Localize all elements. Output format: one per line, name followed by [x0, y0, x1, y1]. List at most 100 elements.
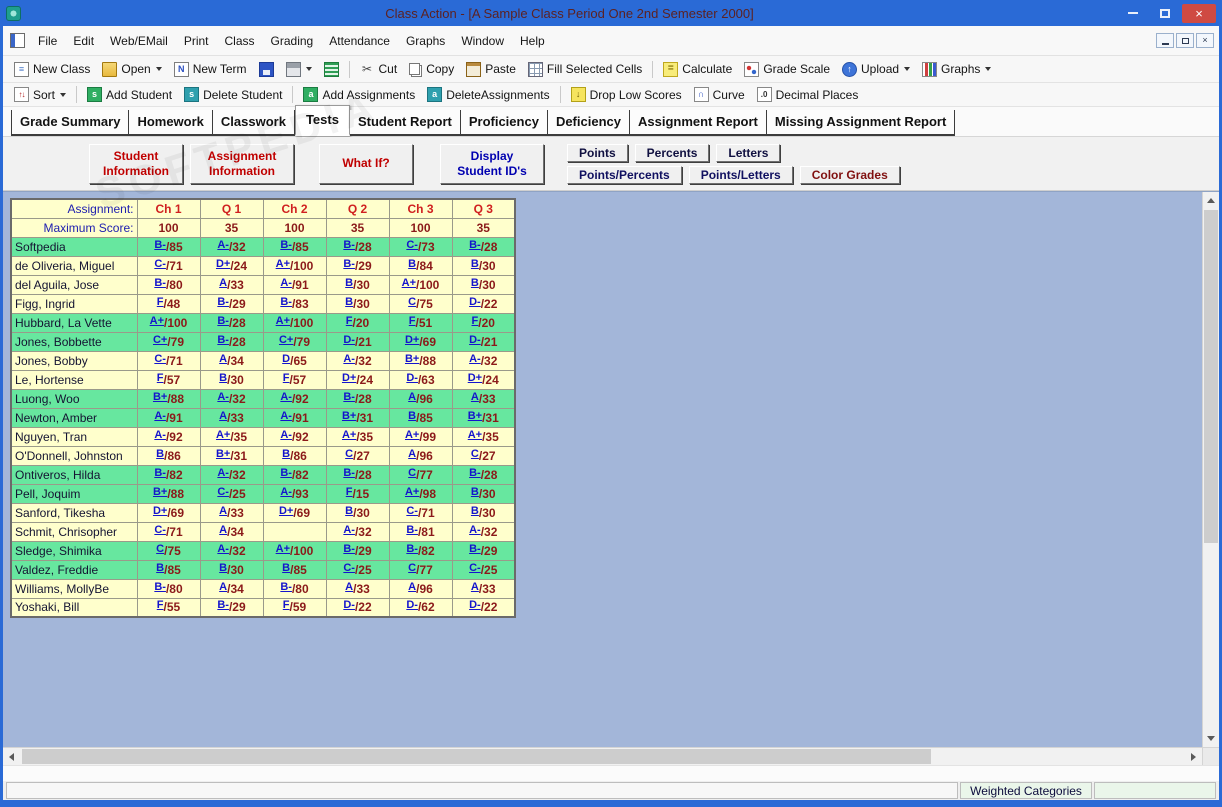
- grade-cell[interactable]: B/30: [451, 483, 516, 504]
- grade-cell[interactable]: D-/21: [451, 331, 516, 352]
- student-name-cell[interactable]: Sledge, Shimika: [10, 540, 138, 561]
- grade-cell[interactable]: C/75: [136, 540, 201, 561]
- grade-cell[interactable]: A-/32: [199, 388, 264, 409]
- menu-item-grading[interactable]: Grading: [263, 30, 322, 52]
- grade-cell[interactable]: A+/35: [451, 426, 516, 447]
- student-name-cell[interactable]: Le, Hortense: [10, 369, 138, 390]
- grade-cell[interactable]: B-/28: [199, 331, 264, 352]
- grade-cell[interactable]: A/33: [451, 388, 516, 409]
- tab-deficiency[interactable]: Deficiency: [547, 110, 630, 136]
- curve-button[interactable]: Curve: [688, 85, 751, 104]
- grade-cell[interactable]: A+/100: [388, 274, 453, 295]
- scroll-up-button[interactable]: [1203, 192, 1219, 209]
- grade-cell[interactable]: B-/28: [199, 312, 264, 333]
- grade-cell[interactable]: D+/69: [262, 502, 327, 523]
- grade-cell[interactable]: A-/32: [325, 350, 390, 371]
- open-button[interactable]: Open: [96, 60, 167, 79]
- student-name-cell[interactable]: Nguyen, Tran: [10, 426, 138, 447]
- grade-cell[interactable]: B/30: [199, 559, 264, 580]
- grade-cell[interactable]: B-/28: [325, 388, 390, 409]
- grade-cell[interactable]: F/57: [136, 369, 201, 390]
- grade-cell[interactable]: B/30: [451, 502, 516, 523]
- color-grades-button[interactable]: Color Grades: [799, 165, 900, 184]
- grade-cell[interactable]: D+/24: [325, 369, 390, 390]
- grade-cell[interactable]: B/30: [325, 274, 390, 295]
- grade-cell[interactable]: B-/28: [451, 236, 516, 257]
- mdi-minimize-button[interactable]: [1156, 33, 1174, 48]
- grade-cell[interactable]: B-/82: [136, 464, 201, 485]
- grade-cell[interactable]: C-/71: [136, 255, 201, 276]
- grade-cell[interactable]: B-/29: [325, 255, 390, 276]
- menu-item-edit[interactable]: Edit: [65, 30, 102, 52]
- grade-cell[interactable]: B+/88: [136, 388, 201, 409]
- grade-cell[interactable]: A-/91: [262, 407, 327, 428]
- grade-cell[interactable]: B-/29: [325, 540, 390, 561]
- grade-cell[interactable]: B/30: [325, 293, 390, 314]
- max-score-cell[interactable]: 35: [199, 217, 264, 238]
- grade-cell[interactable]: A/33: [199, 407, 264, 428]
- grade-cell[interactable]: A-/91: [136, 407, 201, 428]
- grade-cell[interactable]: B+/31: [325, 407, 390, 428]
- percents-button[interactable]: Percents: [634, 143, 710, 162]
- points-button[interactable]: Points: [567, 143, 628, 162]
- grade-cell[interactable]: C-/71: [388, 502, 453, 523]
- scroll-right-button[interactable]: [1185, 748, 1202, 765]
- grade-cell[interactable]: A+/100: [136, 312, 201, 333]
- delete-student-button[interactable]: Delete Student: [178, 85, 288, 104]
- grade-cell[interactable]: B/84: [388, 255, 453, 276]
- grade-cell[interactable]: B-/80: [136, 578, 201, 599]
- grade-cell[interactable]: A-/32: [199, 464, 264, 485]
- what-if-button[interactable]: What If?: [319, 143, 413, 184]
- weighted-categories-button[interactable]: Weighted Categories: [960, 782, 1092, 799]
- grade-cell[interactable]: A-/32: [451, 350, 516, 371]
- maximize-button[interactable]: [1150, 4, 1179, 23]
- grade-cell[interactable]: F/55: [136, 597, 201, 618]
- student-name-cell[interactable]: Luong, Woo: [10, 388, 138, 409]
- horizontal-scrollbar-track[interactable]: [20, 748, 1185, 765]
- grade-cell[interactable]: A/96: [388, 578, 453, 599]
- cut-button[interactable]: Cut: [354, 60, 404, 79]
- grade-cell[interactable]: F/15: [325, 483, 390, 504]
- column-header-ch-3[interactable]: Ch 3: [388, 198, 453, 219]
- grade-cell[interactable]: A/34: [199, 521, 264, 542]
- tab-tests[interactable]: Tests: [294, 105, 350, 136]
- student-name-cell[interactable]: Williams, MollyBe: [10, 578, 138, 599]
- grade-cell[interactable]: B-/28: [325, 236, 390, 257]
- grade-cell[interactable]: F/20: [325, 312, 390, 333]
- student-name-cell[interactable]: Softpedia: [10, 236, 138, 257]
- sort-button[interactable]: Sort: [8, 85, 72, 104]
- student-name-cell[interactable]: Jones, Bobbette: [10, 331, 138, 352]
- grade-cell[interactable]: C/27: [325, 445, 390, 466]
- max-score-cell[interactable]: 100: [388, 217, 453, 238]
- grade-cell[interactable]: B-/83: [262, 293, 327, 314]
- grade-cell[interactable]: B+/31: [451, 407, 516, 428]
- menu-item-class[interactable]: Class: [217, 30, 263, 52]
- column-header-q-2[interactable]: Q 2: [325, 198, 390, 219]
- grade-cell[interactable]: D-/22: [325, 597, 390, 618]
- grade-cell[interactable]: B-/80: [136, 274, 201, 295]
- tab-homework[interactable]: Homework: [129, 110, 213, 136]
- student-name-cell[interactable]: Sanford, Tikesha: [10, 502, 138, 523]
- grade-cell[interactable]: A+/99: [388, 426, 453, 447]
- grade-cell[interactable]: C/27: [451, 445, 516, 466]
- horizontal-scrollbar[interactable]: [3, 747, 1219, 765]
- grade-cell[interactable]: B-/28: [451, 464, 516, 485]
- grade-cell[interactable]: A+/100: [262, 540, 327, 561]
- grade-cell[interactable]: A/96: [388, 445, 453, 466]
- student-information-button[interactable]: Student Information: [89, 143, 183, 184]
- grade-cell[interactable]: A-/32: [451, 521, 516, 542]
- grade-cell[interactable]: D+/69: [136, 502, 201, 523]
- grade-cell[interactable]: B+/31: [199, 445, 264, 466]
- vertical-scrollbar[interactable]: [1202, 192, 1219, 747]
- letters-button[interactable]: Letters: [716, 143, 781, 162]
- grade-cell[interactable]: D-/21: [325, 331, 390, 352]
- grade-guide-button[interactable]: [318, 60, 345, 79]
- student-name-cell[interactable]: Figg, Ingrid: [10, 293, 138, 314]
- grade-cell[interactable]: D/65: [262, 350, 327, 371]
- grade-cell[interactable]: A-/32: [325, 521, 390, 542]
- student-name-cell[interactable]: de Oliveria, Miguel: [10, 255, 138, 276]
- grade-cell[interactable]: D-/22: [451, 293, 516, 314]
- menu-item-file[interactable]: File: [30, 30, 65, 52]
- grade-cell[interactable]: D-/22: [451, 597, 516, 618]
- scroll-left-button[interactable]: [3, 748, 20, 765]
